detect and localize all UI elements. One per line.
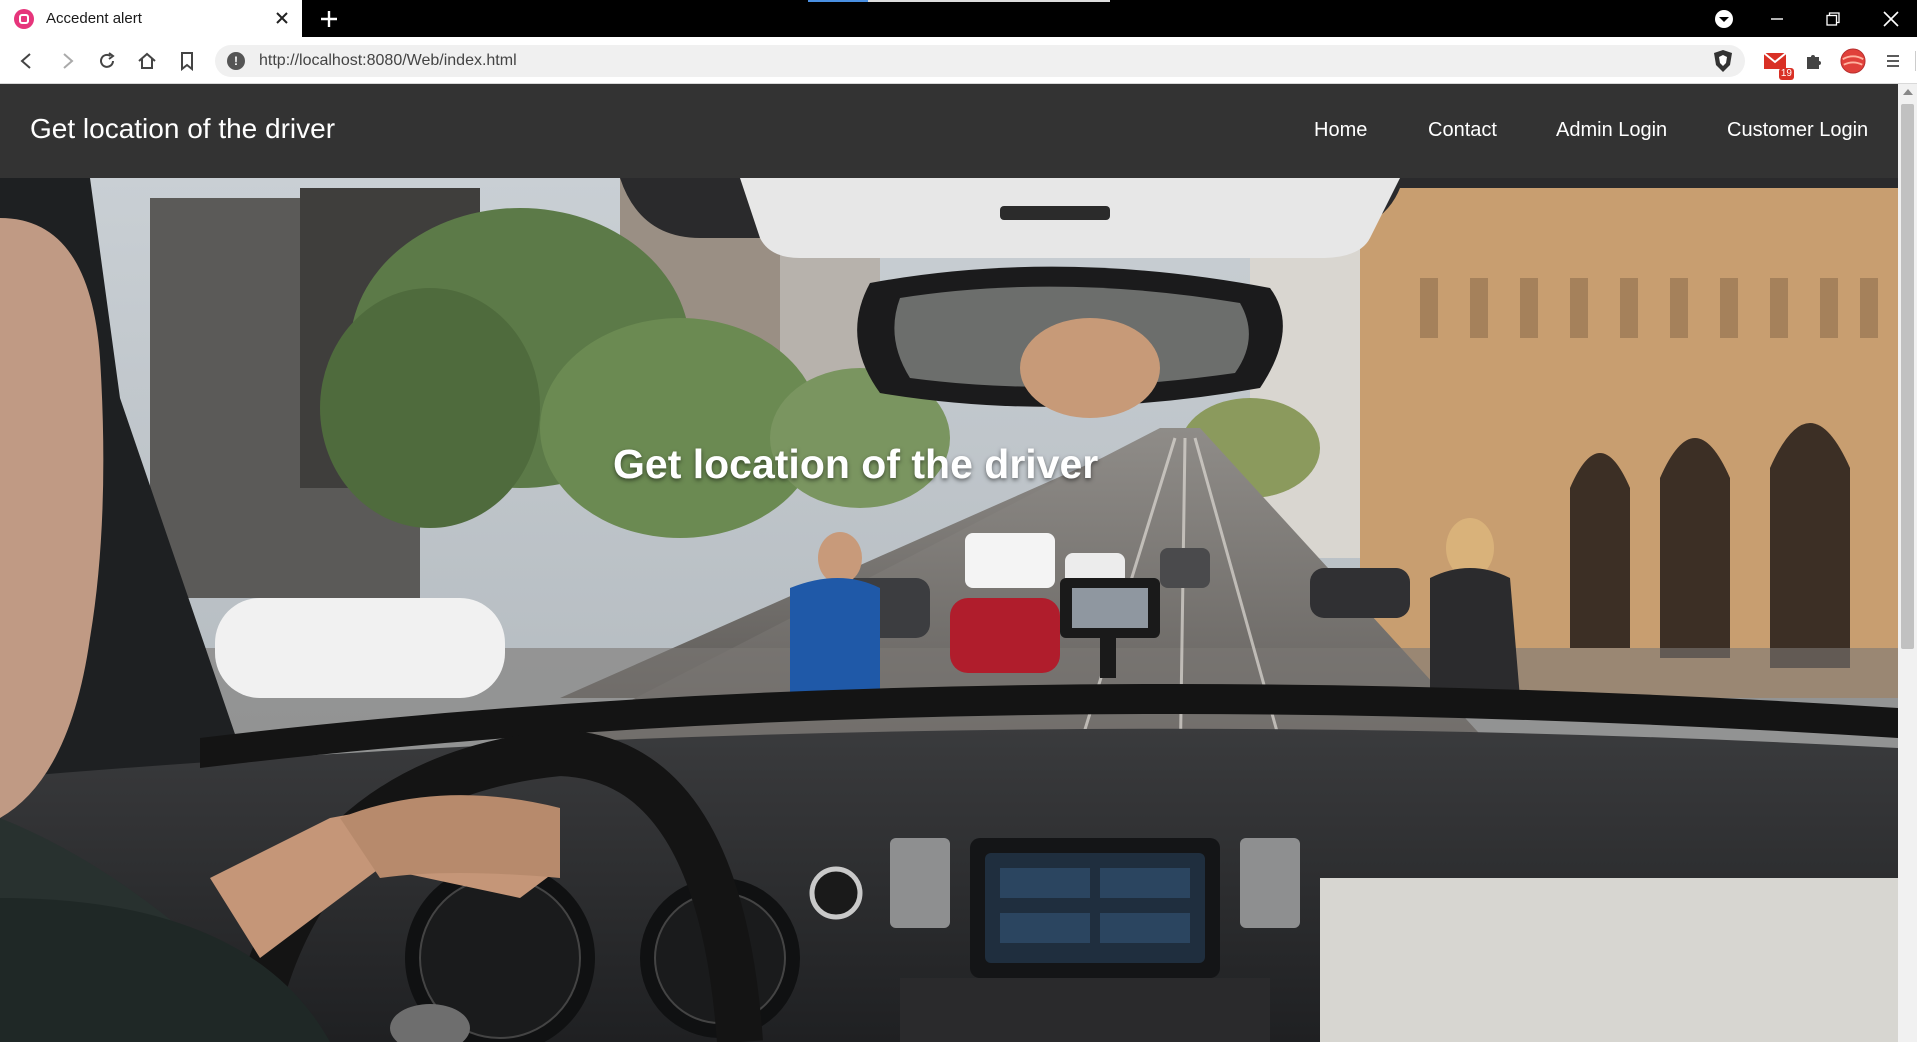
nav-home-link[interactable]: Home bbox=[1314, 119, 1367, 142]
url-text[interactable]: http://localhost:8080/Web/index.html bbox=[259, 52, 517, 70]
restore-icon[interactable] bbox=[1807, 0, 1859, 37]
home-icon[interactable] bbox=[134, 48, 160, 74]
profile-icon[interactable] bbox=[1840, 48, 1866, 74]
nav-contact-link[interactable]: Contact bbox=[1428, 119, 1497, 142]
tab-title: Accedent alert bbox=[46, 10, 142, 27]
media-download-icon[interactable] bbox=[1698, 0, 1750, 37]
scroll-thumb[interactable] bbox=[1901, 104, 1914, 649]
mail-badge: 19 bbox=[1778, 68, 1794, 80]
scroll-up-icon[interactable] bbox=[1903, 89, 1913, 95]
loading-indicator bbox=[808, 0, 1110, 2]
tab-strip: Accedent alert bbox=[0, 0, 1917, 37]
brave-shield-icon[interactable] bbox=[1710, 48, 1736, 74]
hero-driving-photo bbox=[0, 178, 1898, 1042]
close-window-icon[interactable] bbox=[1865, 0, 1917, 37]
web-page: Get location of the driver Home Contact … bbox=[0, 84, 1898, 1042]
bookmark-icon[interactable] bbox=[174, 48, 200, 74]
extensions-icon[interactable] bbox=[1801, 48, 1827, 74]
new-tab-icon[interactable] bbox=[316, 6, 342, 32]
hero-banner: Get location of the driver bbox=[0, 178, 1898, 1042]
forward-icon[interactable] bbox=[54, 48, 80, 74]
nav-admin-login-link[interactable]: Admin Login bbox=[1556, 119, 1667, 142]
url-divider bbox=[1915, 51, 1916, 71]
back-icon[interactable] bbox=[14, 48, 40, 74]
favicon-icon bbox=[14, 8, 34, 29]
minimize-icon[interactable] bbox=[1751, 0, 1803, 37]
mail-extension-icon[interactable]: 19 bbox=[1762, 48, 1794, 80]
browser-toolbar: ! http://localhost:8080/Web/index.html 1… bbox=[0, 37, 1917, 84]
site-info-icon[interactable]: ! bbox=[227, 52, 245, 70]
browser-tab[interactable]: Accedent alert bbox=[0, 0, 302, 37]
tab-close-icon[interactable] bbox=[270, 6, 294, 30]
site-navbar: Get location of the driver Home Contact … bbox=[0, 84, 1898, 178]
hero-title: Get location of the driver bbox=[613, 441, 1099, 487]
nav-customer-login-link[interactable]: Customer Login bbox=[1727, 119, 1868, 142]
menu-icon[interactable] bbox=[1880, 48, 1906, 74]
site-brand[interactable]: Get location of the driver bbox=[30, 113, 335, 145]
address-bar[interactable]: ! http://localhost:8080/Web/index.html bbox=[215, 45, 1916, 77]
reload-icon[interactable] bbox=[94, 48, 120, 74]
page-scrollbar[interactable] bbox=[1898, 84, 1917, 1042]
